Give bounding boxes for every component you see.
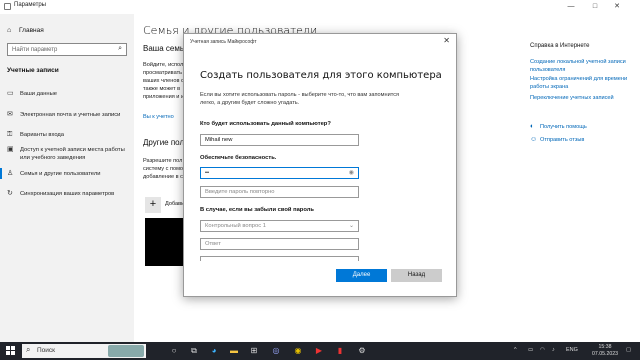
sidebar-item-label: Варианты входа [20, 132, 65, 138]
settings-search-input[interactable]: Найти параметр ⌕ [7, 43, 127, 56]
username-value: Mihail new [205, 137, 233, 143]
search-highlight-image [108, 345, 144, 357]
clock[interactable]: 15:38 07.05.2023 [590, 344, 620, 358]
next-button[interactable]: Далее [336, 269, 387, 282]
minimize-button[interactable]: — [560, 1, 582, 13]
tray-chevron-icon[interactable]: ^ [514, 347, 517, 353]
discord-icon[interactable]: ◎ [270, 345, 282, 357]
home-icon: ⌂ [7, 27, 12, 34]
sidebar-section-title: Учетные записи [7, 67, 59, 74]
security-question-1-select[interactable]: Контрольный вопрос 1 ⌄ [200, 220, 359, 232]
task-switch-icon[interactable]: ⧉ [188, 345, 200, 357]
person-card-icon: ▭ [7, 90, 14, 97]
security-question-1-value: Контрольный вопрос 1 [205, 223, 266, 229]
forgot-label: В случае, если вы забыли свой пароль [200, 207, 314, 213]
search-placeholder: Найти параметр [12, 47, 58, 53]
close-window-button[interactable]: ✕ [606, 1, 628, 13]
chrome-icon[interactable]: ◉ [292, 345, 304, 357]
dialog-caption: Учетная запись Майкрософт [190, 39, 257, 45]
family-text-line: приложения и и [143, 94, 185, 100]
family-link[interactable]: Вы к учетно [143, 114, 174, 120]
sidebar-item-label: Синхронизация ваших параметров [20, 191, 115, 197]
dialog-description: Если вы хотите использовать пароль - выб… [200, 92, 400, 106]
family-text-line: Войдите, исполь [143, 62, 187, 68]
feedback-link[interactable]: ☺ Отправить отзыв [530, 136, 584, 143]
answer-placeholder: Ответ [205, 241, 221, 247]
title-bar: Параметры — □ ✕ [0, 0, 640, 14]
family-text-line: также может в [143, 86, 181, 92]
family-text-line: просматривать с [143, 70, 187, 76]
username-field[interactable]: Mihail new [200, 134, 359, 146]
family-heading: Ваша семья [143, 44, 189, 53]
file-explorer-icon[interactable]: ▬ [228, 345, 240, 357]
help-bubble-icon: ◐ [530, 123, 535, 130]
taskbar-search-box[interactable]: ⌕ Поиск [22, 344, 146, 358]
add-user-button[interactable]: + [145, 197, 161, 213]
security-question-2-select[interactable] [200, 256, 359, 261]
mail-icon: ✉ [7, 111, 13, 118]
settings-app-icon [4, 3, 11, 10]
family-text-line: ваших членов с [143, 78, 184, 84]
answer-field[interactable]: Ответ [200, 238, 359, 250]
back-button[interactable]: Назад [391, 269, 442, 282]
others-heading: Другие пол [143, 138, 185, 147]
add-user-label[interactable]: Добави [165, 201, 184, 207]
search-icon: ⌕ [118, 45, 122, 52]
feedback-icon: ☺ [530, 136, 538, 143]
password-value: •• [205, 170, 210, 176]
plus-icon: + [149, 198, 157, 210]
who-label: Кто будет использовать данный компьютер? [200, 121, 331, 127]
create-user-dialog: Учетная запись Майкрософт ✕ Создать поль… [183, 33, 457, 297]
feedback-label: Отправить отзыв [540, 137, 585, 143]
confirm-password-placeholder: Введите пароль повторно [205, 189, 275, 195]
others-text-line: Разрешите пол [143, 158, 183, 164]
volume-icon[interactable]: ♪ [552, 347, 555, 353]
password-field[interactable]: •• ◉ [200, 167, 359, 179]
sidebar-item-label: Доступ к учетной записи места работы или… [20, 147, 125, 161]
sidebar-item-label: Ваши данные [20, 91, 57, 97]
reveal-password-icon[interactable]: ◉ [349, 169, 354, 176]
app-icon[interactable]: ▮ [334, 345, 346, 357]
edge-icon[interactable]: ◕ [208, 345, 220, 357]
help-title: Справка в Интернете [530, 43, 590, 49]
get-help-label: Получить помощь [540, 124, 587, 130]
search-icon: ⌕ [26, 345, 31, 354]
network-icon[interactable]: ▭ [528, 347, 533, 353]
clock-date: 07.05.2023 [592, 351, 618, 357]
window-title: Параметры [14, 2, 46, 8]
briefcase-icon: ▣ [7, 146, 14, 153]
help-link-local-account[interactable]: Создание локальной учетной записи пользо… [530, 59, 636, 74]
others-text-line: добавление в с [143, 174, 183, 180]
task-view-icon[interactable]: ○ [168, 345, 180, 357]
key-icon: ⚿ [7, 131, 13, 138]
taskbar: ⌕ Поиск ○ ⧉ ◕ ▬ ⊞ ◎ ◉ ▶ ▮ ⚙ ^ ▭ ◠ ♪ ENG … [0, 342, 640, 360]
maximize-button[interactable]: □ [584, 1, 606, 13]
clock-time: 15:38 [598, 344, 612, 350]
people-icon: ♙ [7, 170, 14, 177]
dialog-title: Создать пользователя для этого компьютер… [200, 70, 442, 81]
sidebar-item-label: Электронная почта и учетные записи [20, 112, 121, 118]
sidebar: ⌂ Главная Найти параметр ⌕ Учетные записи… [0, 14, 134, 342]
sync-icon: ↻ [7, 190, 13, 197]
notifications-icon[interactable]: ▢ [626, 347, 631, 353]
confirm-password-field[interactable]: Введите пароль повторно [200, 186, 359, 198]
get-help-link[interactable]: ◐ Получить помощь [530, 123, 587, 130]
start-button[interactable] [6, 346, 16, 356]
others-text-line: систему с помо [143, 166, 184, 172]
settings-gear-icon[interactable]: ⚙ [356, 345, 368, 357]
chevron-down-icon: ⌄ [348, 223, 354, 229]
help-link-switch-accounts[interactable]: Переключение учетных записей [530, 95, 636, 103]
store-icon[interactable]: ⊞ [248, 345, 260, 357]
help-link-screen-time[interactable]: Настройка ограничений для времени работы… [530, 76, 636, 91]
video-icon[interactable]: ▶ [313, 345, 325, 357]
close-icon[interactable]: ✕ [443, 36, 450, 45]
language-indicator[interactable]: ENG [566, 347, 578, 353]
sidebar-home[interactable]: ⌂ Главная [7, 27, 44, 34]
sidebar-item-label: Семья и другие пользователи [20, 171, 101, 177]
taskbar-search-label: Поиск [37, 347, 56, 354]
wifi-icon[interactable]: ◠ [540, 347, 545, 353]
security-label: Обеспечьте безопасность. [200, 155, 277, 161]
home-label: Главная [19, 27, 44, 34]
